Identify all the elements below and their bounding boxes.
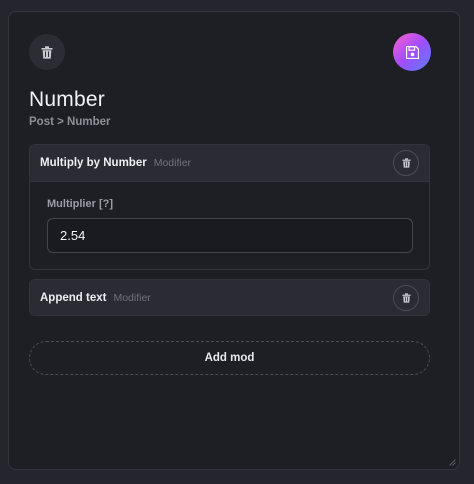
mod-header[interactable]: Multiply by Number Modifier: [30, 145, 429, 182]
breadcrumb: Post > Number: [29, 116, 111, 128]
mod-card-multiply: Multiply by Number Modifier Multiplier […: [29, 144, 430, 270]
save-button[interactable]: [393, 33, 431, 71]
trash-icon: [41, 45, 53, 59]
floppy-disk-icon: [405, 45, 419, 59]
multiplier-input[interactable]: [47, 218, 413, 253]
delete-node-button[interactable]: [29, 34, 65, 70]
mod-name: Multiply by Number: [40, 157, 147, 169]
page-title: Number: [29, 88, 105, 111]
mod-card-append-text: Append text Modifier: [29, 279, 430, 316]
add-mod-button[interactable]: Add mod: [29, 341, 430, 375]
resize-grip-icon[interactable]: [449, 459, 456, 466]
trash-icon: [401, 158, 411, 168]
trash-icon: [401, 293, 411, 303]
mod-type: Modifier: [113, 292, 151, 304]
mod-type: Modifier: [153, 157, 192, 169]
mod-name: Append text: [40, 292, 107, 304]
delete-mod-button[interactable]: [393, 285, 419, 311]
multiplier-label: Multiplier [?]: [47, 198, 113, 210]
delete-mod-button[interactable]: [393, 150, 419, 176]
mod-header[interactable]: Append text Modifier: [30, 280, 429, 315]
node-editor-panel: Number Post > Number Multiply by Number …: [8, 11, 460, 470]
